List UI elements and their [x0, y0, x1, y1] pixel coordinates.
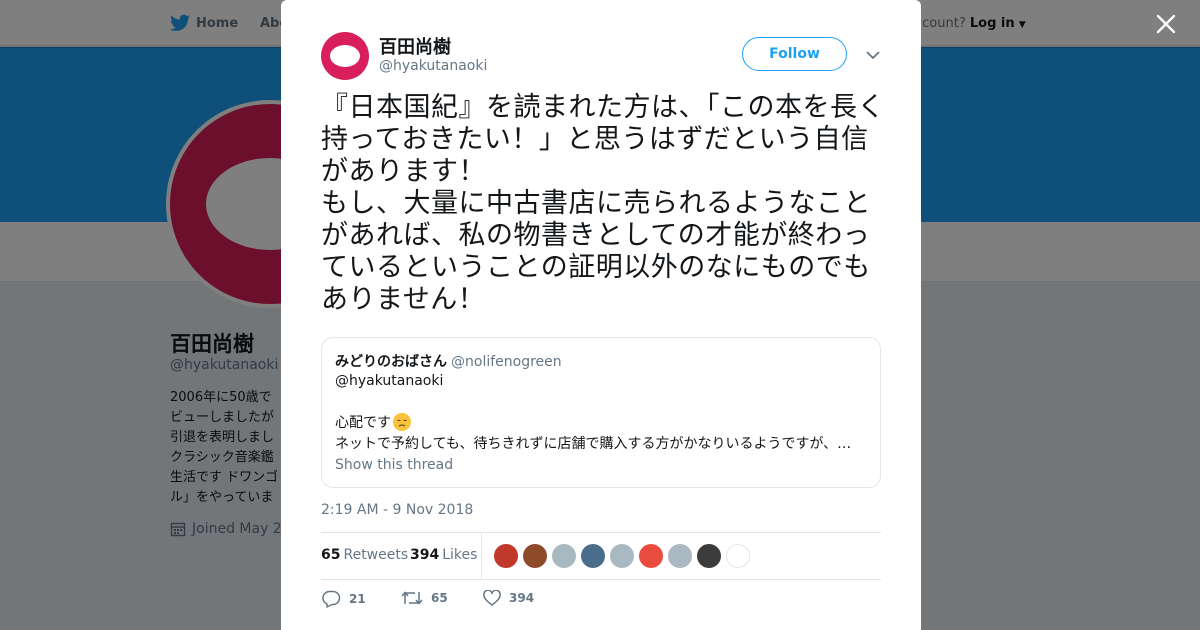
close-modal-button[interactable]	[1152, 10, 1180, 38]
reply-button[interactable]: 21	[321, 590, 366, 608]
quoted-author: みどりのおばさん @nolifenogreen	[335, 351, 562, 371]
liker-avatar[interactable]	[726, 544, 750, 568]
heart-icon	[483, 590, 501, 606]
author-avatar[interactable]	[321, 32, 369, 80]
liker-avatar[interactable]	[639, 544, 663, 568]
retweet-button[interactable]: 65	[401, 590, 448, 606]
more-options-button[interactable]	[864, 46, 882, 64]
quoted-line-worried-text: 心配です	[335, 415, 391, 431]
close-icon	[1156, 14, 1176, 34]
likes-stat[interactable]: 394 Likes	[410, 547, 477, 563]
liker-avatar[interactable]	[552, 544, 576, 568]
quoted-body-text: ネットで予約しても、待ちきれずに店舗で購入する方がかなりいるようですが、…	[335, 436, 852, 452]
tweet-stats: 65 Retweets 394 Likes	[321, 532, 881, 580]
show-thread-link[interactable]: Show this thread	[335, 457, 453, 473]
quoted-author-name: みどりのおばさん	[335, 354, 447, 370]
reply-icon	[322, 590, 341, 608]
chevron-down-icon	[866, 50, 880, 59]
avatar-hole	[330, 45, 360, 67]
tweet-timestamp[interactable]: 2:19 AM - 9 Nov 2018	[321, 502, 473, 518]
likes-count: 394	[410, 547, 440, 563]
likes-label: Likes	[442, 547, 478, 563]
retweets-stat[interactable]: 65 Retweets	[321, 547, 408, 563]
liker-avatar[interactable]	[494, 544, 518, 568]
author-handle[interactable]: @hyakutanaoki	[379, 58, 487, 74]
quoted-author-handle: @nolifenogreen	[451, 354, 562, 370]
quoted-mention: @hyakutanaoki	[335, 373, 444, 389]
quoted-line-worried: 心配です	[335, 412, 411, 432]
retweet-count: 65	[431, 591, 448, 605]
retweet-icon	[401, 591, 423, 605]
reply-count: 21	[349, 592, 366, 606]
tweet-modal: 百田尚樹 @hyakutanaoki Follow 『日本国紀』を読まれた方は、…	[281, 0, 921, 630]
liker-avatar[interactable]	[523, 544, 547, 568]
liker-avatar[interactable]	[697, 544, 721, 568]
disappointed-face-emoji-icon	[393, 413, 411, 431]
like-count: 394	[509, 591, 535, 605]
like-button[interactable]: 394	[483, 590, 534, 606]
liker-avatar[interactable]	[610, 544, 634, 568]
tweet-text: 『日本国紀』を読まれた方は、「この本を長く持っておきたい！」と思うはずだという自…	[321, 92, 885, 315]
stats-divider	[481, 533, 482, 579]
liker-avatar[interactable]	[581, 544, 605, 568]
follow-button[interactable]: Follow	[742, 37, 847, 71]
author-name[interactable]: 百田尚樹	[379, 33, 451, 59]
retweets-count: 65	[321, 547, 341, 563]
retweets-label: Retweets	[343, 547, 409, 563]
quoted-tweet[interactable]: みどりのおばさん @nolifenogreen @hyakutanaoki 心配で…	[321, 337, 881, 488]
tweet-actions: 21 65 394	[321, 590, 621, 612]
liker-avatar[interactable]	[668, 544, 692, 568]
